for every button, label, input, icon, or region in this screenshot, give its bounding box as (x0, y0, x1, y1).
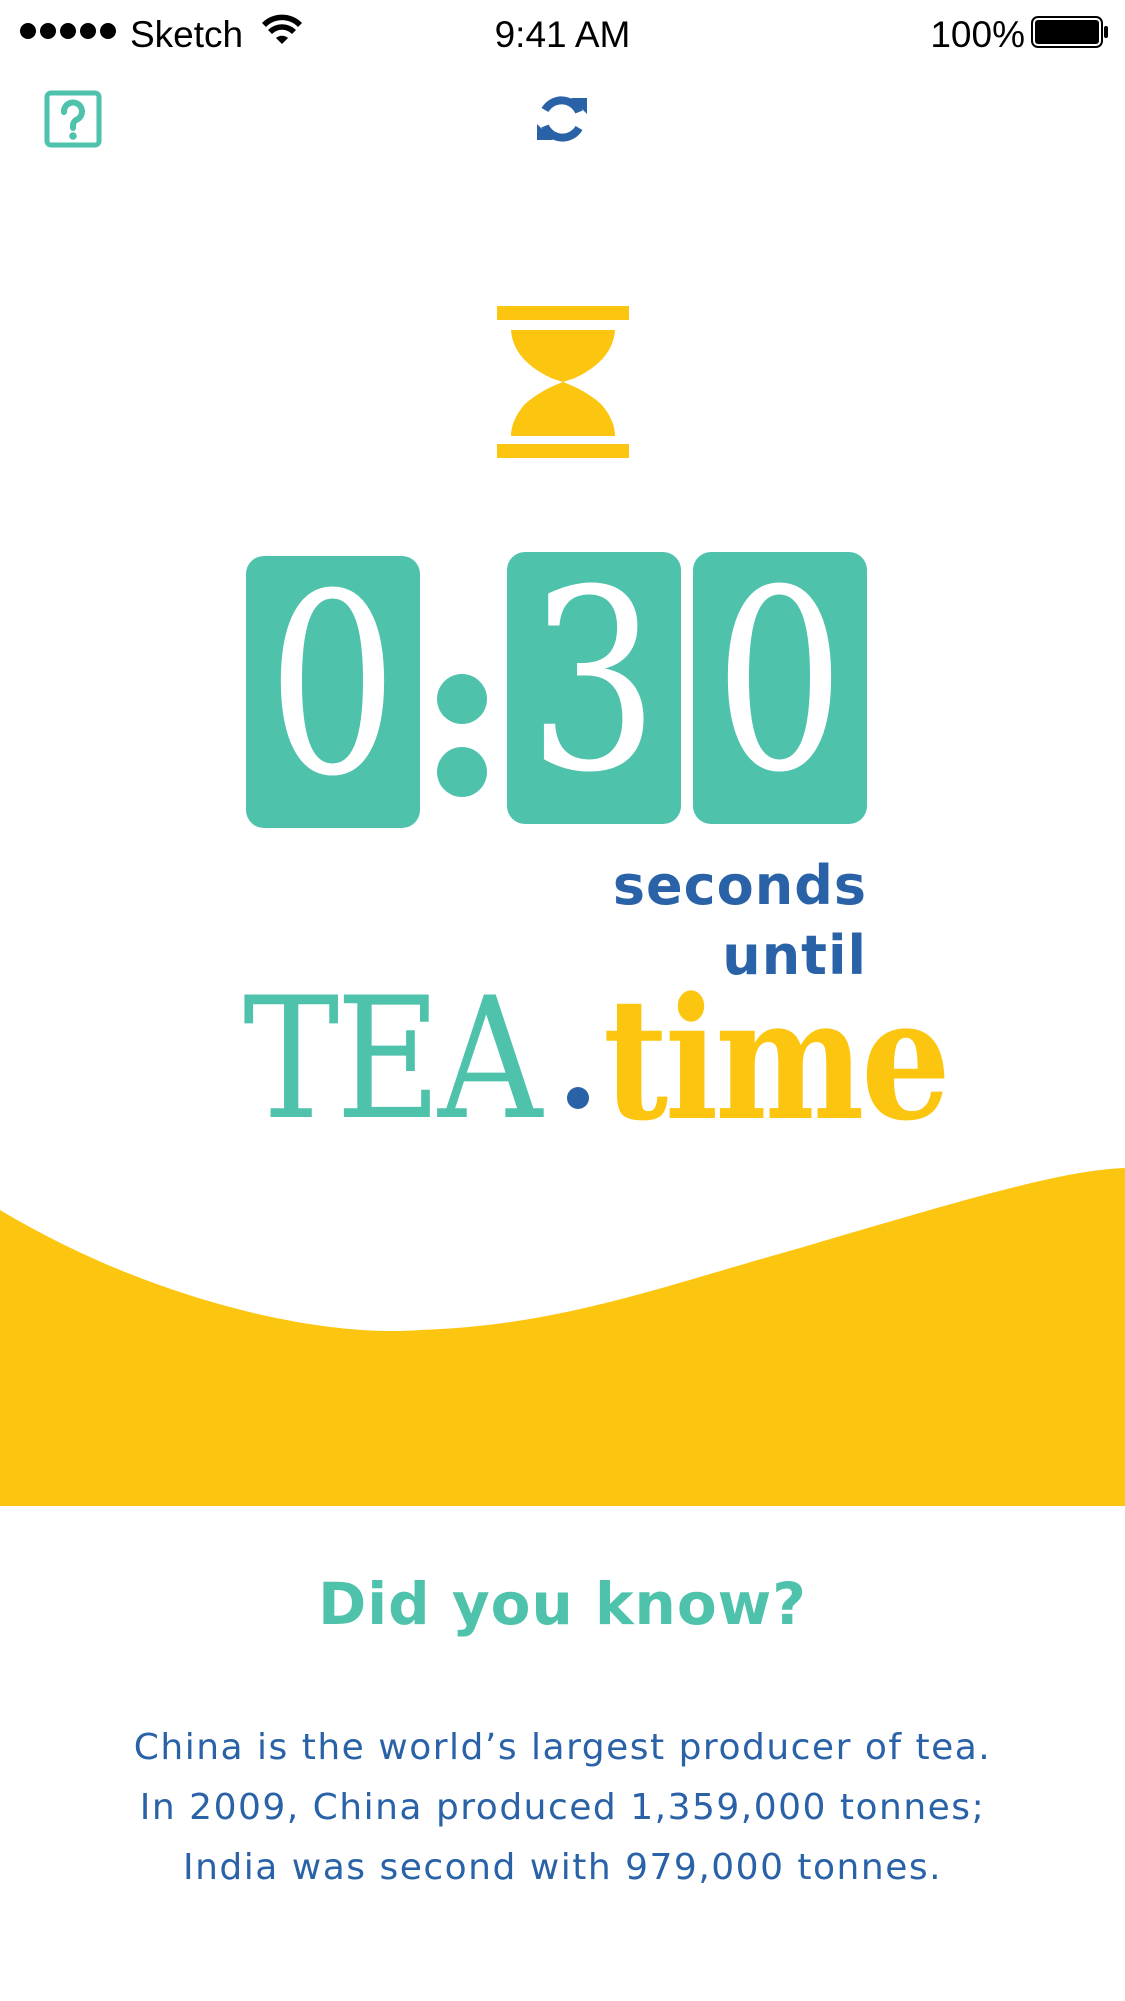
colon-dot-top (437, 674, 487, 724)
refresh-icon (541, 96, 583, 142)
fact-line: In 2009, China produced 1,359,000 tonnes… (139, 1787, 986, 1828)
minute-digit: 0 (267, 540, 399, 831)
fact-line: China is the world’s largest producer of… (133, 1727, 992, 1768)
seconds-ones-card: 0 (693, 552, 867, 824)
refresh-button[interactable] (533, 90, 591, 148)
fact-line: India was second with 979,000 tonnes. (182, 1847, 943, 1888)
brand-tea-text: TEA (243, 961, 542, 1157)
colon-dot-bottom (437, 747, 487, 797)
battery-icon (1031, 16, 1108, 48)
help-button[interactable] (44, 90, 102, 148)
hourglass-icon (497, 306, 629, 458)
question-square-icon (44, 90, 102, 148)
countdown-timer: 0 3 0 (0, 550, 1125, 830)
brand-logo: TEA time (243, 975, 951, 1143)
seconds-label: seconds (612, 854, 867, 917)
seconds-ones-digit: 0 (714, 536, 846, 827)
seconds-tens-card: 3 (507, 552, 681, 824)
minute-digit-card: 0 (246, 556, 420, 828)
did-you-know-title: Did you know? (318, 1570, 807, 1638)
brand-dot (567, 1087, 589, 1109)
brand-time-text: time (603, 960, 951, 1158)
yellow-wave-decoration (0, 1168, 1125, 1506)
status-bar: Sketch 9:41 AM 100% (0, 0, 1125, 66)
tea-fact-text: China is the world’s largest producer of… (60, 1718, 1065, 1898)
battery-percentage: 100% (930, 14, 1025, 55)
seconds-tens-digit: 3 (528, 536, 660, 827)
